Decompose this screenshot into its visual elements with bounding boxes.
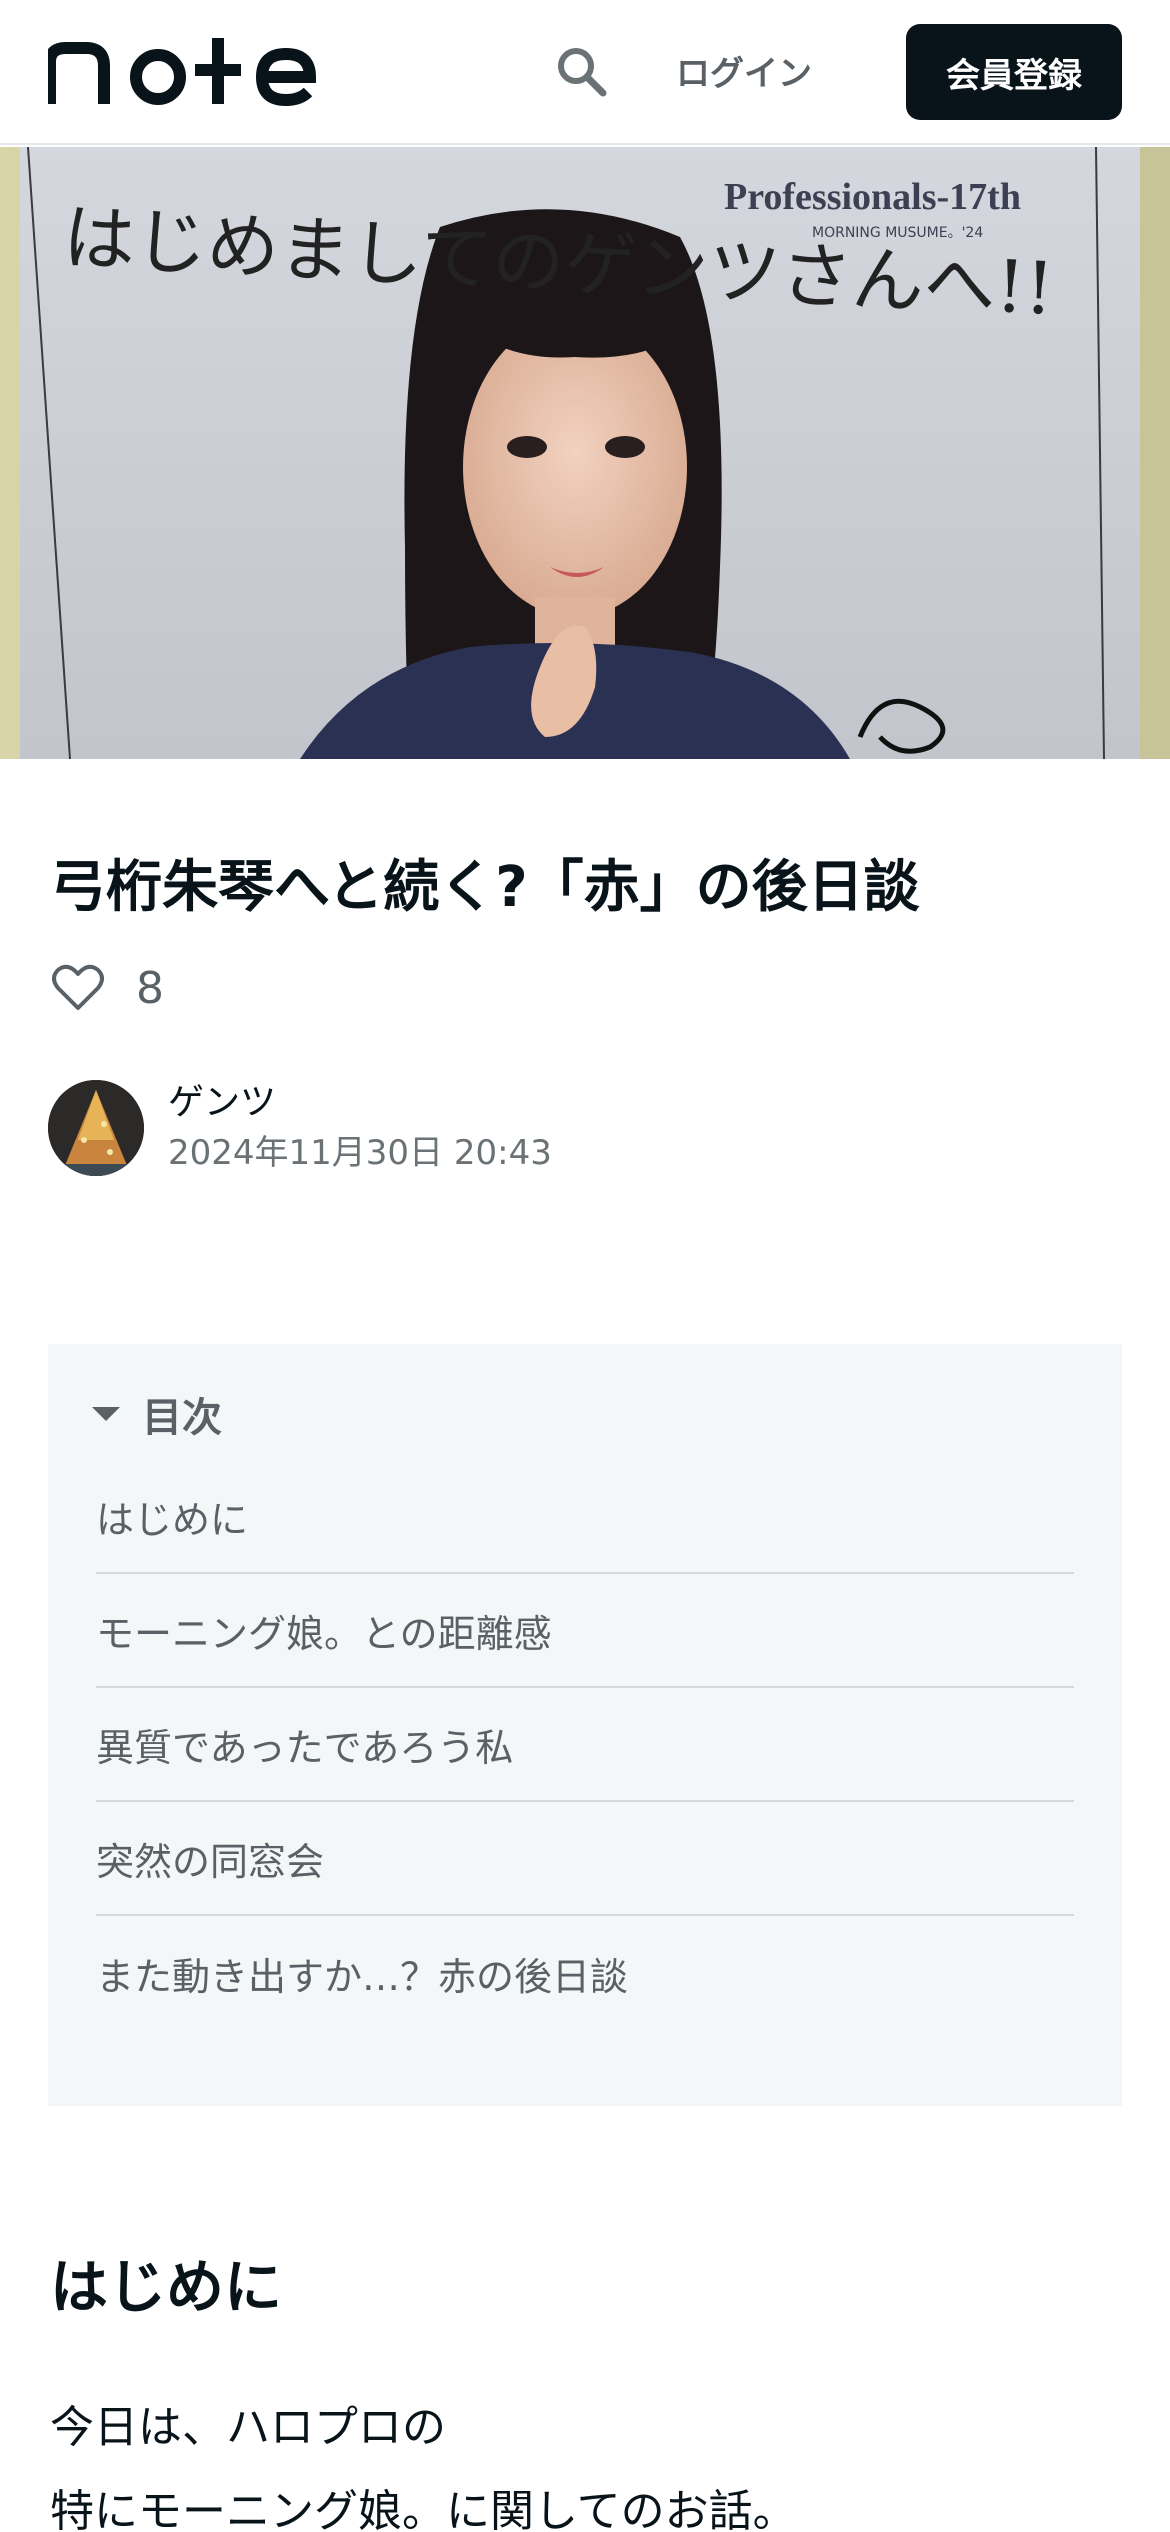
toc-title: 目次 [142,1395,222,1441]
svg-text:MORNING MUSUME。'24: MORNING MUSUME。'24 [812,225,983,241]
like-count: 8 [136,962,164,1014]
toc-item[interactable]: はじめに [96,1460,1074,1574]
note-logo-mark [48,38,317,106]
toc-toggle[interactable]: 目次 [92,1384,222,1444]
toc-item[interactable]: また動き出すか…？赤の後日談 [96,1916,1074,2030]
like-button[interactable] [50,960,106,1016]
site-header: ログイン 会員登録 [0,0,1170,145]
note-logo[interactable] [48,34,343,106]
search-icon [558,48,607,97]
search-button[interactable] [546,36,616,106]
author-info: ゲンツ 2024年11月30日 20:43 [48,1078,552,1178]
toc-item[interactable]: 突然の同窓会 [96,1802,1074,1916]
post-date: 2024年11月30日 20:43 [168,1133,552,1173]
toc-item[interactable]: モーニング娘。との距離感 [96,1574,1074,1688]
page: ログイン 会員登録 はじめましてのゲンツさんへ!! Professionals-… [0,0,1170,2532]
author-name[interactable]: ゲンツ [168,1078,552,1128]
article-body: 今日は、ハロプロの 特にモーニング娘。に関してのお話。 [50,2386,1120,2532]
caret-down-icon [92,1407,120,1421]
avatar-image [48,1080,144,1176]
svg-text:Professionals-17th: Professionals-17th [724,176,1021,218]
signup-button[interactable]: 会員登録 [906,24,1122,120]
toc-list: はじめに モーニング娘。との距離感 異質であったであろう私 突然の同窓会 また動… [96,1460,1074,2030]
like-row: 8 [50,958,164,1018]
login-link[interactable]: ログイン [660,44,828,96]
paragraph-line: 今日は、ハロプロの [50,2402,446,2453]
avatar[interactable] [48,1080,144,1176]
hero-image: はじめましてのゲンツさんへ!! Professionals-17th MORNI… [0,147,1170,759]
paragraph-line: 特にモーニング娘。に関してのお話。 [50,2486,797,2532]
heart-icon [52,964,104,1010]
toc-item[interactable]: 異質であったであろう私 [96,1688,1074,1802]
section-heading: はじめに [50,2253,283,2321]
article-title: 弓桁朱琴へと続く?「赤」の後日談 [50,855,920,920]
table-of-contents: 目次 はじめに モーニング娘。との距離感 異質であったであろう私 突然の同窓会 … [48,1344,1122,2106]
